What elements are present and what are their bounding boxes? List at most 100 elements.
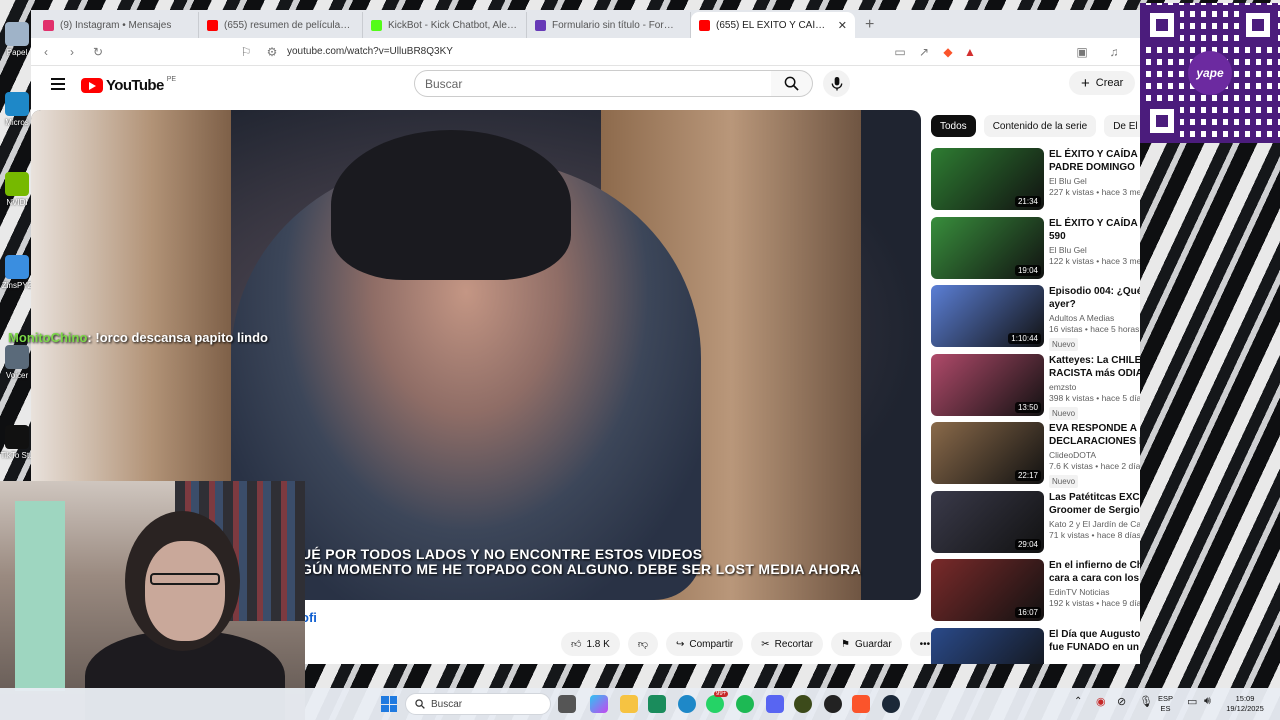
cast-icon[interactable]: ▭ [893, 45, 907, 59]
like-button[interactable]: 👍︎ 1.8 K [561, 632, 620, 656]
video-subtitle-line2: GÚN MOMENTO ME HE TOPADO CON ALGUNO. DEB… [301, 561, 861, 577]
edge-icon[interactable] [678, 695, 696, 713]
forward-icon[interactable]: › [65, 45, 79, 59]
tab-youtube-resumen[interactable]: (655) resumen de películas - YouTube [199, 12, 363, 38]
brave-icon[interactable] [852, 695, 870, 713]
recommendation-item[interactable]: 1:10:44 Episodio 004: ¿Qué pasó ayer? Adul… [931, 285, 1140, 354]
desktop-icon-nvidia[interactable]: NVIDI [0, 172, 34, 207]
url-field[interactable]: youtube.com/watch?v=UlluBR8Q3KY [287, 46, 453, 57]
discord-icon[interactable] [766, 695, 784, 713]
language-indicator[interactable]: ESP ES [1158, 694, 1173, 714]
sidebar-icon[interactable]: ▣ [1075, 45, 1089, 59]
search-button[interactable] [771, 70, 813, 97]
chevron-up-icon[interactable]: ⌃ [1074, 696, 1082, 707]
brave-shield-icon[interactable]: ◆ [941, 45, 955, 59]
clip-button[interactable]: ✂ Recortar [751, 632, 824, 656]
video-thumbnail[interactable] [931, 627, 1044, 664]
whatsapp-icon[interactable] [706, 695, 724, 713]
recommendation-item[interactable]: 16:07 En el infierno de Challapalca cara … [931, 559, 1140, 628]
taskbar-search[interactable]: Buscar [405, 693, 551, 715]
recommendation-item[interactable]: 29:04 Las Patétitcas EXCUSAS del Groomer … [931, 490, 1140, 560]
youtube-logo[interactable]: YouTube PE [81, 76, 176, 94]
desktop-icon-zins[interactable]: ZinsPY2 [0, 255, 34, 290]
obs-icon[interactable] [824, 695, 842, 713]
video-title[interactable]: Katteyes: La CHILENA RACISTA más ODIADA … [1049, 354, 1140, 380]
save-label: Guardar [854, 638, 892, 650]
video-thumbnail[interactable]: 1:10:44 [931, 285, 1044, 347]
video-thumbnail[interactable]: 21:34 [931, 148, 1044, 210]
tray-app-icon[interactable]: ◉ [1096, 695, 1106, 708]
video-duration: 1:10:44 [1008, 333, 1041, 344]
microphone-icon[interactable]: 🎙︎ [1139, 695, 1153, 708]
file-explorer-icon[interactable] [620, 695, 638, 713]
channel-name[interactable]: El Blu Gel [1049, 245, 1140, 255]
channel-name[interactable]: Kato 2 y El Jardín de Camy [1049, 519, 1140, 529]
video-title[interactable]: Episodio 004: ¿Qué pasó ayer? [1049, 285, 1140, 311]
video-thumbnail[interactable]: 19:04 [931, 216, 1044, 279]
save-button[interactable]: ⚑ Guardar [831, 632, 902, 656]
copilot-icon[interactable] [590, 695, 608, 713]
video-thumbnail[interactable]: 16:07 [931, 559, 1044, 621]
video-title[interactable]: EL ÉXITO Y CAÍDA DE TAPIR 590 [1049, 217, 1140, 243]
volume-icon[interactable]: 🔊︎ [1204, 695, 1211, 708]
site-settings-icon[interactable]: ⚙ [265, 45, 279, 59]
recommendation-item[interactable]: 19:04 EL ÉXITO Y CAÍDA DE TAPIR 590 El Blu… [931, 216, 1140, 286]
video-thumbnail[interactable]: 29:04 [931, 490, 1044, 553]
create-button[interactable]: + Crear [1069, 71, 1136, 95]
dislike-button[interactable]: 👎︎ [627, 632, 658, 656]
network-icon[interactable]: ▭ [1187, 695, 1197, 708]
desktop-icon-tiktok[interactable]: TikTo Stu [0, 425, 34, 460]
chip-channel[interactable]: De El Blu G [1104, 115, 1140, 137]
channel-name[interactable]: Adultos A Medias [1049, 313, 1140, 323]
menu-icon[interactable] [51, 78, 65, 90]
windows-start-icon[interactable] [381, 696, 397, 712]
channel-name[interactable]: emzsto [1049, 382, 1140, 392]
recommendation-item[interactable]: 21:34 EL ÉXITO Y CAÍDA DE EL PADRE DOMING… [931, 148, 1140, 217]
video-title[interactable]: Las Patétitcas EXCUSAS del Groomer de Se… [1049, 491, 1140, 517]
video-thumbnail[interactable]: 22:17 [931, 422, 1044, 484]
close-tab-icon[interactable]: ✕ [838, 19, 847, 32]
reload-icon[interactable]: ↻ [91, 45, 105, 59]
store-icon[interactable] [648, 695, 666, 713]
steam-icon[interactable] [882, 695, 900, 713]
channel-name[interactable]: ClideoDOTA [1049, 450, 1140, 460]
recommendation-item[interactable]: El Día que Augusto Ferrando fue FUNADO e… [931, 627, 1140, 664]
video-duration: 29:04 [1014, 538, 1041, 550]
tab-forms[interactable]: Formulario sin título - Formularios de [527, 12, 691, 38]
video-title[interactable]: El Día que Augusto Ferrando fue FUNADO e… [1049, 628, 1140, 654]
music-icon[interactable]: ♫ [1107, 45, 1121, 59]
desktop-icon-edge[interactable]: Micros [0, 92, 34, 127]
share-button[interactable]: ↪ Compartir [665, 632, 744, 656]
clock[interactable]: 15:09 19/12/2025 [1222, 694, 1268, 714]
new-tab-icon[interactable]: + [855, 16, 884, 38]
rewards-icon[interactable]: ▲ [963, 45, 977, 59]
desktop-icon-label: NVIDI [6, 198, 28, 207]
edge-icon [5, 92, 29, 116]
back-icon[interactable]: ‹ [39, 45, 53, 59]
video-title[interactable]: En el infierno de Challapalca cara a car… [1049, 559, 1140, 585]
voice-search-button[interactable] [823, 70, 850, 97]
video-thumbnail[interactable]: 13:50 [931, 353, 1044, 416]
tab-instagram[interactable]: (9) Instagram • Mensajes [35, 12, 199, 38]
video-title[interactable]: EVA RESPONDE A FUERTES DECLARACIONES DE … [1049, 422, 1140, 448]
app-icon[interactable] [794, 695, 812, 713]
desktop-icon-recycle[interactable]: Papel [0, 22, 34, 57]
video-duration: 22:17 [1014, 470, 1041, 481]
desktop-icon-voicer[interactable]: Voicer [0, 345, 34, 380]
recommendation-item[interactable]: 22:17 EVA RESPONDE A FUERTES DECLARACIONE… [931, 422, 1140, 491]
task-view-icon[interactable] [558, 695, 576, 713]
channel-name[interactable]: EdinTV Noticias [1049, 587, 1140, 597]
tray-app-icon[interactable]: ⊘ [1117, 695, 1126, 708]
recommendation-item[interactable]: 13:50 Katteyes: La CHILENA RACISTA más OD… [931, 353, 1140, 423]
windows-taskbar: Buscar 99+ ⌃ ◉ ⊘ 🎙︎ ESP ES ▭ 🔊︎ 15:09 19… [0, 688, 1280, 720]
chip-series[interactable]: Contenido de la serie [983, 115, 1097, 137]
tab-kickbot[interactable]: KickBot - Kick Chatbot, Alerts, TTS, G [363, 12, 527, 38]
tab-youtube-active[interactable]: (655) EL ÉXITO Y CAÍDA DE DIEA ✕ [691, 12, 855, 38]
chip-todos[interactable]: Todos [931, 115, 976, 137]
video-title[interactable]: EL ÉXITO Y CAÍDA DE EL PADRE DOMINGO [1049, 148, 1140, 174]
share-icon[interactable]: ↗ [917, 45, 931, 59]
bookmark-icon[interactable]: ⚐ [239, 45, 253, 59]
channel-name[interactable]: El Blu Gel [1049, 176, 1140, 186]
search-input[interactable]: Buscar [414, 70, 772, 97]
spotify-icon[interactable] [736, 695, 754, 713]
